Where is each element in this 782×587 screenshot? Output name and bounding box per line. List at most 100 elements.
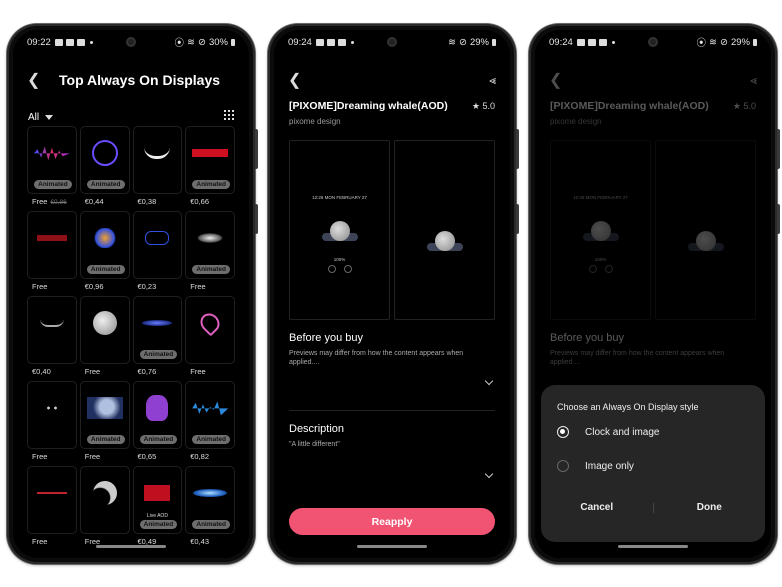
aod-tile[interactable]: Free — [185, 296, 235, 381]
preview-gallery[interactable]: 12:26 MON FEBRUARY 27 100% — [289, 140, 495, 320]
wifi-icon: ≋ — [448, 36, 457, 48]
aod-tile[interactable]: Animated Free — [185, 211, 235, 296]
price: €0,65 — [137, 452, 157, 461]
home-indicator[interactable] — [618, 545, 688, 548]
price: €0,76 — [137, 367, 157, 376]
radio-selected-icon[interactable] — [557, 426, 569, 438]
home-indicator[interactable] — [96, 545, 166, 548]
aod-tile[interactable]: Live AOD Animated €0,49 — [132, 466, 183, 551]
aod-thumbnail[interactable]: Animated — [132, 296, 183, 364]
aod-thumbnail[interactable]: Animated — [79, 211, 130, 279]
preview-battery-text: 100% — [594, 257, 607, 262]
galaxy-ring-artwork — [91, 140, 118, 167]
aod-tile[interactable]: Free — [79, 466, 130, 551]
caret-down-icon — [45, 115, 54, 120]
aod-tile[interactable]: Animated €0,76 — [132, 296, 183, 381]
dnd-icon: ⊘ — [198, 36, 206, 48]
aod-thumbnail[interactable]: Live AOD Animated — [132, 466, 183, 534]
aod-tile[interactable]: Animated €0,65 — [132, 381, 183, 466]
heartbeat-artwork — [36, 492, 67, 495]
grid-view-icon[interactable] — [224, 110, 234, 120]
shop-icon — [54, 38, 63, 46]
preview-moon — [695, 231, 716, 251]
animated-badge: Animated — [139, 435, 178, 444]
aod-tile[interactable]: €0,40 — [27, 296, 77, 381]
aod-thumbnail[interactable]: Animated — [185, 126, 235, 194]
aod-tile[interactable]: Animated €0,96 — [79, 211, 130, 296]
animated-badge: Animated — [139, 350, 178, 359]
purple-owl-artwork — [146, 395, 169, 422]
preview-image-only[interactable] — [394, 140, 495, 320]
aod-grid: Animated Free €0,86 Animated €0,44 €0,38 Anima… — [27, 126, 235, 551]
aod-thumbnail[interactable] — [79, 466, 130, 534]
aod-thumbnail[interactable] — [27, 296, 77, 364]
expand-before-buy-icon[interactable] — [484, 376, 494, 386]
aod-thumbnail[interactable]: Animated — [132, 381, 183, 449]
aod-thumbnail[interactable] — [27, 381, 77, 449]
aod-thumbnail[interactable] — [132, 126, 183, 194]
dnd-icon: ⊘ — [720, 36, 728, 48]
aod-thumbnail[interactable]: Animated — [185, 211, 235, 279]
aod-thumbnail[interactable]: Animated — [79, 381, 130, 449]
preview-battery-text: 100% — [333, 257, 346, 262]
expand-description-icon[interactable] — [484, 469, 494, 479]
original-price: €0,86 — [50, 199, 67, 206]
aod-thumbnail[interactable] — [132, 211, 183, 279]
option-clock-and-image[interactable]: Clock and image — [557, 426, 659, 438]
preview-image-only — [655, 140, 756, 320]
aod-tile[interactable]: Free — [27, 466, 77, 551]
aod-thumbnail[interactable]: Animated — [27, 126, 77, 194]
toolbar: ❮ ⪡ — [549, 70, 757, 90]
front-camera — [648, 37, 658, 47]
aod-tile[interactable]: Animated €0,43 — [185, 466, 235, 551]
location-icon: ⦿ — [174, 38, 185, 49]
cancel-button[interactable]: Cancel — [541, 502, 653, 513]
aod-tile[interactable]: Animated Free €0,86 — [27, 126, 77, 211]
filter-label: All — [28, 112, 40, 123]
front-camera — [126, 37, 136, 47]
option-image-only[interactable]: Image only — [557, 460, 634, 472]
reapply-button[interactable]: Reapply — [289, 508, 495, 535]
aod-tile[interactable]: Free — [27, 211, 77, 296]
radio-unselected-icon[interactable] — [557, 460, 569, 472]
battery-icon — [492, 38, 496, 46]
volume-button — [516, 129, 519, 169]
aod-thumbnail[interactable]: Animated — [79, 126, 130, 194]
home-indicator[interactable] — [357, 545, 427, 548]
notification-dot-icon — [350, 40, 354, 44]
battery-icon — [231, 38, 235, 46]
aod-tile[interactable]: Free — [79, 296, 130, 381]
share-icon[interactable]: ⪡ — [489, 73, 496, 88]
aod-thumbnail[interactable] — [185, 296, 235, 364]
price: Free — [84, 367, 101, 376]
aod-thumbnail[interactable] — [79, 296, 130, 364]
aod-tile[interactable]: Free — [27, 381, 77, 466]
aod-tile[interactable]: Animated €0,82 — [185, 381, 235, 466]
galaxy-artwork — [197, 233, 224, 244]
description-text: "A little different" — [289, 441, 340, 448]
aod-thumbnail[interactable] — [27, 211, 77, 279]
animated-badge: Animated — [34, 180, 72, 189]
aod-tile[interactable]: Animated €0,66 — [185, 126, 235, 211]
aod-tile[interactable]: Animated €0,44 — [79, 126, 130, 211]
filter-dropdown[interactable]: All — [28, 112, 54, 123]
aod-tile[interactable]: €0,38 — [132, 126, 183, 211]
back-icon[interactable]: ❮ — [288, 70, 308, 90]
status-time: 09:22 — [27, 36, 51, 48]
aod-tile[interactable]: Animated Free — [79, 381, 130, 466]
developer-link[interactable]: pixome design — [289, 117, 341, 126]
aod-thumbnail[interactable]: Animated — [185, 466, 235, 534]
aod-thumbnail[interactable] — [27, 466, 77, 534]
preview-clock-and-image[interactable]: 12:26 MON FEBRUARY 27 100% — [289, 140, 390, 320]
preview-icon — [343, 265, 352, 273]
aod-thumbnail[interactable]: Animated — [185, 381, 235, 449]
aod-tile[interactable]: €0,23 — [132, 211, 183, 296]
price: €0,38 — [137, 197, 157, 206]
star-icon: ★ — [471, 101, 480, 111]
preview-moon — [329, 221, 350, 241]
thumbnail-caption: Live AOD — [146, 513, 168, 519]
done-button[interactable]: Done — [654, 502, 766, 513]
front-camera — [387, 37, 397, 47]
dont-touch-dark-artwork — [36, 235, 67, 242]
back-icon[interactable]: ❮ — [27, 70, 47, 90]
